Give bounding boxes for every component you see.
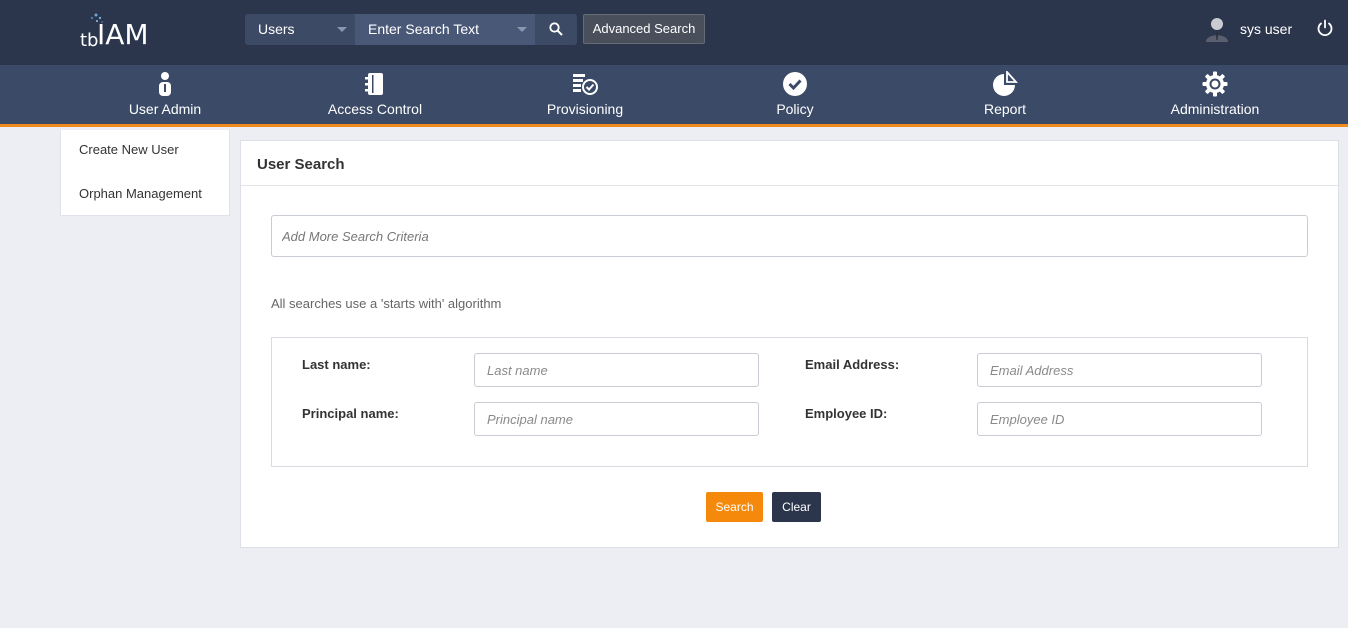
page-title: User Search bbox=[257, 156, 345, 173]
search-text-placeholder: Enter Search Text bbox=[368, 21, 480, 37]
advanced-search-button[interactable]: Advanced Search bbox=[583, 14, 705, 44]
nav-label: Report bbox=[983, 101, 1027, 117]
report-pie-icon bbox=[993, 71, 1018, 96]
search-criteria-input[interactable] bbox=[271, 215, 1308, 257]
search-type-select[interactable]: Users bbox=[245, 14, 355, 45]
access-control-icon bbox=[365, 73, 383, 95]
policy-check-icon bbox=[783, 72, 807, 96]
last-name-field[interactable] bbox=[474, 353, 759, 387]
sidebar: Create New User Orphan Management bbox=[60, 130, 230, 216]
nav-item-access-control[interactable]: Access Control bbox=[270, 65, 480, 127]
search-hint: All searches use a 'starts with' algorit… bbox=[271, 296, 502, 311]
power-icon[interactable] bbox=[1316, 19, 1334, 37]
search-type-value: Users bbox=[258, 21, 295, 37]
nav-label: Provisioning bbox=[546, 101, 624, 117]
search-button[interactable] bbox=[535, 14, 577, 45]
clear-button[interactable]: Clear bbox=[772, 492, 821, 522]
nav-label: User Admin bbox=[128, 101, 202, 117]
employee-id-field[interactable] bbox=[977, 402, 1262, 436]
nav-item-policy[interactable]: Policy bbox=[690, 65, 900, 127]
nav-label: Access Control bbox=[327, 101, 423, 117]
sidebar-item-orphan-management[interactable]: Orphan Management bbox=[79, 186, 202, 201]
chevron-down-icon bbox=[337, 27, 347, 32]
chevron-down-icon bbox=[517, 27, 527, 32]
gear-icon bbox=[1202, 71, 1228, 97]
user-search-panel: User Search All searches use a 'starts w… bbox=[240, 140, 1339, 548]
email-field[interactable] bbox=[977, 353, 1262, 387]
nav-item-administration[interactable]: Administration bbox=[1110, 65, 1320, 127]
principal-name-field[interactable] bbox=[474, 402, 759, 436]
principal-name-label: Principal name: bbox=[302, 406, 399, 421]
nav-label: Policy bbox=[776, 101, 814, 117]
panel-header: User Search bbox=[241, 141, 1338, 186]
search-submit-button[interactable]: Search bbox=[706, 492, 763, 522]
search-text-input[interactable]: Enter Search Text bbox=[355, 14, 535, 45]
provisioning-icon bbox=[573, 74, 598, 95]
user-name[interactable]: sys user bbox=[1240, 21, 1292, 37]
nav-item-report[interactable]: Report bbox=[900, 65, 1110, 127]
user-avatar-icon[interactable] bbox=[1205, 16, 1229, 42]
email-label: Email Address: bbox=[805, 357, 900, 372]
search-icon bbox=[549, 22, 563, 36]
nav-item-user-admin[interactable]: User Admin bbox=[60, 65, 270, 127]
employee-id-label: Employee ID: bbox=[805, 406, 888, 421]
logo-prefix: tb bbox=[80, 30, 99, 51]
search-fields-box: Last name: Email Address: Principal name… bbox=[271, 337, 1308, 467]
sidebar-item-create-new-user[interactable]: Create New User bbox=[79, 142, 179, 157]
logo-main: IAM bbox=[97, 18, 149, 51]
top-bar: tb IAM Users Enter Search Text Advanced … bbox=[0, 0, 1348, 65]
nav-label: Administration bbox=[1170, 101, 1260, 117]
nav-item-provisioning[interactable]: Provisioning bbox=[480, 65, 690, 127]
user-admin-icon bbox=[159, 72, 171, 96]
main-nav: User Admin Access Control Provisioning P… bbox=[0, 65, 1348, 127]
last-name-label: Last name: bbox=[302, 357, 371, 372]
